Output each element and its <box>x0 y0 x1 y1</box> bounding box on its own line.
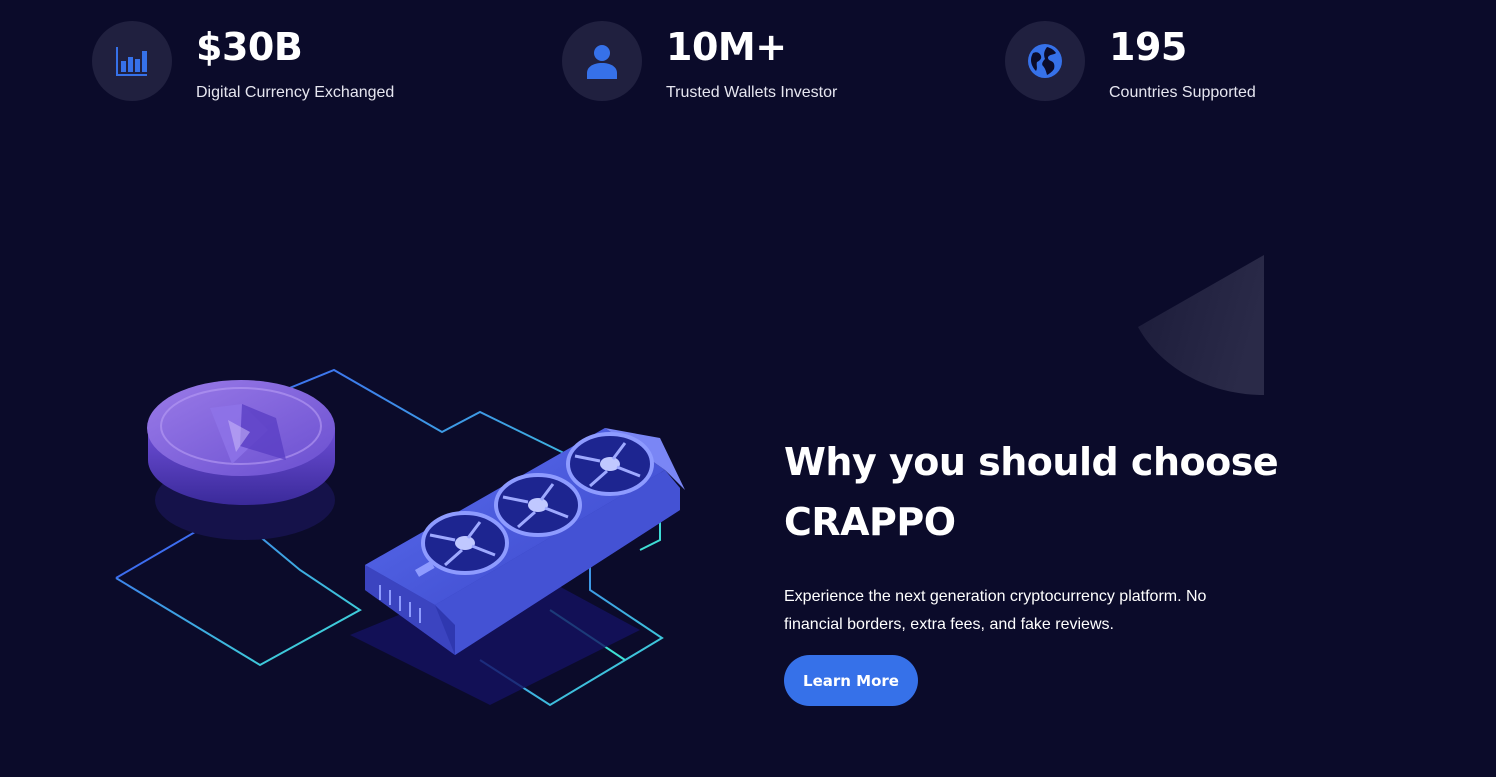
decorative-shape <box>1138 255 1264 395</box>
stat-value: $30B <box>196 25 303 69</box>
learn-more-button[interactable]: Learn More <box>784 655 918 706</box>
user-icon <box>562 21 642 101</box>
stat-value: 10M+ <box>666 25 787 69</box>
stat-label: Countries Supported <box>1109 84 1256 101</box>
globe-icon <box>1005 21 1085 101</box>
stat-value: 195 <box>1109 25 1187 69</box>
stat-label: Trusted Wallets Investor <box>666 84 838 101</box>
bar-chart-icon <box>92 21 172 101</box>
section-description: Experience the next generation cryptocur… <box>784 588 1207 633</box>
stat-digital-currency: $30B Digital Currency Exchanged <box>92 21 394 103</box>
page: $30B Digital Currency Exchanged 10M+ Tru… <box>0 0 1496 777</box>
section-heading: Why you should choose CRAPPO <box>784 440 1279 544</box>
crypto-mining-illustration <box>115 368 685 707</box>
stat-countries: 195 Countries Supported <box>1005 21 1256 103</box>
stat-label: Digital Currency Exchanged <box>196 84 395 101</box>
stat-trusted-wallets: 10M+ Trusted Wallets Investor <box>562 21 837 103</box>
